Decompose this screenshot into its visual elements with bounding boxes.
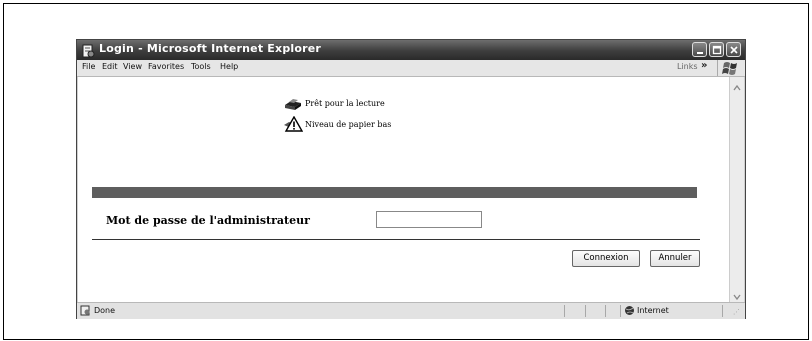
- globe-icon: [624, 305, 635, 318]
- menu-file[interactable]: File: [82, 62, 95, 71]
- status-divider: [585, 305, 586, 317]
- minimize-icon: [697, 52, 703, 54]
- status-bar: Done Internet ⋰: [77, 302, 745, 319]
- menu-help[interactable]: Help: [220, 62, 238, 71]
- status-text: Done: [94, 306, 116, 315]
- status-divider: [620, 305, 621, 317]
- ready-status-text: Prêt pour la lecture: [305, 99, 385, 108]
- minimize-button[interactable]: [692, 42, 707, 57]
- menu-tools[interactable]: Tools: [191, 62, 211, 71]
- maximize-icon: [712, 45, 722, 55]
- outer-frame: Login - Microsoft Internet Explorer File…: [3, 3, 809, 340]
- low-paper-status-text: Niveau de papier bas: [305, 120, 392, 129]
- ie-page-icon: [81, 43, 95, 58]
- form-divider: [92, 239, 700, 240]
- window-title: Login - Microsoft Internet Explorer: [99, 42, 322, 55]
- status-divider: [564, 305, 565, 317]
- printer-icon: [283, 96, 303, 112]
- zone-text: Internet: [637, 306, 669, 315]
- scroll-up-icon[interactable]: [731, 79, 743, 91]
- links-label[interactable]: Links: [677, 62, 698, 71]
- chevron-icon[interactable]: »: [701, 60, 707, 71]
- menu-view[interactable]: View: [123, 62, 142, 71]
- resize-grip-icon[interactable]: ⋰: [733, 308, 740, 316]
- menu-edit[interactable]: Edit: [102, 62, 118, 71]
- section-divider-bar: [92, 187, 697, 198]
- close-icon: [730, 46, 738, 54]
- browser-window: Login - Microsoft Internet Explorer File…: [76, 39, 746, 319]
- warning-icon: [283, 115, 304, 132]
- close-button[interactable]: [726, 42, 741, 57]
- status-divider: [605, 305, 606, 317]
- vertical-scrollbar[interactable]: [729, 77, 744, 302]
- password-input[interactable]: [376, 211, 482, 228]
- windows-flag-icon: [717, 60, 742, 76]
- maximize-button[interactable]: [709, 42, 724, 57]
- status-divider: [722, 305, 723, 317]
- cancel-button[interactable]: Annuler: [650, 250, 700, 267]
- password-label: Mot de passe de l'administrateur: [106, 214, 310, 227]
- scroll-down-icon[interactable]: [731, 288, 743, 301]
- page-done-icon: [80, 305, 91, 318]
- menu-favorites[interactable]: Favorites: [148, 62, 184, 71]
- menu-bar: File Edit View Favorites Tools Help Link…: [77, 60, 745, 77]
- page-content: Prêt pour la lecture Niveau de papier ba…: [78, 77, 729, 302]
- connect-button[interactable]: Connexion: [572, 250, 640, 267]
- title-bar[interactable]: Login - Microsoft Internet Explorer: [77, 40, 745, 60]
